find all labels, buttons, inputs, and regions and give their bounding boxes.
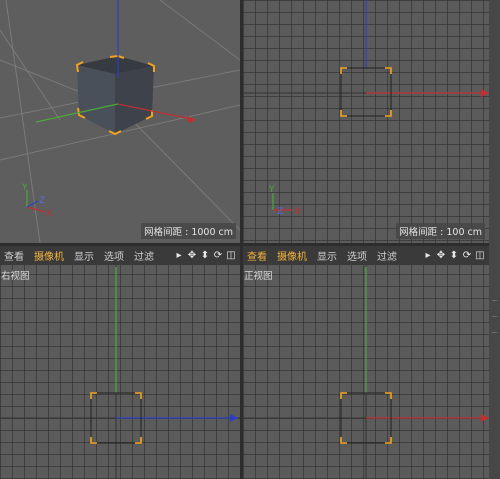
- side-panel-strip[interactable]: [489, 0, 500, 479]
- viewport-front[interactable]: 正视图: [243, 265, 489, 479]
- svg-text:Y: Y: [268, 185, 275, 195]
- viewport-menubar-right: 查看 摄像机 显示 选项 过滤 ▸ ✥ ⬍ ⟳ ◫: [243, 246, 489, 265]
- gizmo-y-label: Y: [21, 183, 28, 193]
- pan-icon[interactable]: ⬍: [449, 250, 459, 261]
- menu-arrow-icon[interactable]: ▸: [423, 250, 433, 261]
- front-scene: [243, 265, 489, 479]
- maximize-icon[interactable]: ◫: [475, 250, 485, 261]
- axis-gizmo: Y X Z: [21, 183, 52, 219]
- strip-tick: [492, 332, 497, 333]
- menu-display[interactable]: 显示: [74, 248, 94, 263]
- perspective-scene: Y X Z: [0, 0, 240, 243]
- viewport-perspective[interactable]: Y X Z 网格间距 : 1000 cm: [0, 0, 240, 243]
- viewport-right[interactable]: 右视图: [0, 265, 240, 479]
- viewport-top[interactable]: Y X Z 网格间距 : 100 cm: [243, 0, 489, 243]
- gizmo-z-label: Z: [39, 196, 45, 206]
- strip-tick: [492, 300, 497, 301]
- svg-text:X: X: [295, 207, 301, 217]
- menu-options[interactable]: 选项: [347, 248, 367, 263]
- viewport-menubar-left: 查看 摄像机 显示 选项 过滤 ▸ ✥ ⬍ ⟳ ◫: [0, 246, 240, 265]
- move-icon[interactable]: ✥: [436, 250, 446, 261]
- gizmo-x-label: X: [46, 209, 52, 219]
- menu-filter[interactable]: 过滤: [377, 248, 397, 263]
- grid-spacing-label: 网格间距 : 1000 cm: [141, 223, 236, 239]
- cube-object[interactable]: [35, 0, 197, 136]
- menu-arrow-icon[interactable]: ▸: [174, 250, 184, 261]
- menu-camera[interactable]: 摄像机: [277, 248, 307, 263]
- menu-camera[interactable]: 摄像机: [34, 248, 64, 263]
- menu-view[interactable]: 查看: [4, 248, 24, 263]
- pan-icon[interactable]: ⬍: [200, 250, 210, 261]
- menu-options[interactable]: 选项: [104, 248, 124, 263]
- viewport-tools: ▸ ✥ ⬍ ⟳ ◫: [174, 250, 240, 261]
- menu-view[interactable]: 查看: [247, 248, 267, 263]
- cube-top-view[interactable]: [340, 67, 392, 117]
- strip-tick: [492, 316, 497, 317]
- viewport-tools: ▸ ✥ ⬍ ⟳ ◫: [423, 250, 489, 261]
- grid-spacing-label: 网格间距 : 100 cm: [396, 223, 485, 239]
- maximize-icon[interactable]: ◫: [226, 250, 236, 261]
- rotate-icon[interactable]: ⟳: [462, 250, 472, 261]
- axis-gizmo: Y X Z: [268, 185, 301, 217]
- menu-filter[interactable]: 过滤: [134, 248, 154, 263]
- menu-display[interactable]: 显示: [317, 248, 337, 263]
- right-scene: [0, 265, 240, 479]
- svg-text:Z: Z: [277, 207, 283, 217]
- move-icon[interactable]: ✥: [187, 250, 197, 261]
- top-scene: Y X Z: [243, 0, 489, 217]
- rotate-icon[interactable]: ⟳: [213, 250, 223, 261]
